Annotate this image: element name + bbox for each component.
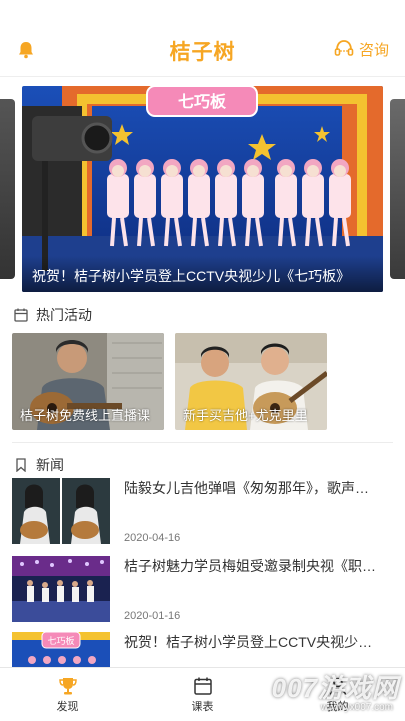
activity-caption: 桔子树免费线上直播课 (20, 408, 151, 423)
nav-item-discover[interactable]: 发现 (0, 668, 135, 721)
news-title: 祝贺！桔子树小学员登上CCTV央视少… (124, 634, 373, 650)
news-title-label: 新闻 (36, 457, 64, 473)
bookmark-icon (16, 458, 26, 472)
activity-card[interactable]: 新手买吉他+尤克里里 (175, 333, 327, 430)
banner-slide[interactable]: 七巧板 祝贺！桔子树小学员登上CCTV央视少儿《七巧板》 (22, 86, 383, 292)
banner-next-slide[interactable] (390, 99, 405, 279)
news-title: 陆毅女儿吉他弹唱《匆匆那年》，歌声… (124, 480, 369, 496)
news-title: 桔子树魅力学员梅姐受邀录制央视《职… (124, 558, 376, 574)
news-thumbnail (12, 478, 110, 544)
calendar-icon (193, 677, 212, 695)
news-thumbnail (12, 556, 110, 622)
headset-icon (334, 40, 354, 56)
news-header: 新闻 (14, 455, 64, 475)
app-header: 桔子树 咨询 (0, 0, 405, 76)
news-date: 2020-01-16 (124, 610, 181, 622)
banner-caption: 祝贺！桔子树小学员登上CCTV央视少儿《七巧板》 (22, 256, 383, 292)
news-item[interactable]: 桔子树魅力学员梅姐受邀录制央视《职… 2020-01-16 (12, 556, 393, 626)
banner-prev-slide[interactable] (0, 99, 15, 279)
consult-button[interactable]: 咨询 (333, 38, 389, 60)
nav-label: 课表 (191, 701, 214, 713)
calendar-icon (14, 308, 28, 322)
user-icon (329, 677, 346, 695)
hot-activities-title: 热门活动 (36, 307, 92, 323)
nav-item-mine[interactable]: 我的 (270, 668, 405, 721)
bottom-nav: 发现 课表 我的 (0, 667, 405, 721)
consult-label: 咨询 (358, 41, 389, 59)
activity-card[interactable]: 桔子树免费线上直播课 (12, 333, 164, 430)
nav-item-schedule[interactable]: 课表 (135, 668, 270, 721)
nav-label: 发现 (56, 701, 79, 713)
section-divider (12, 442, 393, 443)
thumb-sign-text: 七巧板 (47, 635, 74, 647)
trophy-icon (58, 678, 77, 695)
header-divider (0, 76, 405, 77)
nav-label: 我的 (326, 701, 349, 713)
news-date: 2020-04-16 (124, 532, 181, 544)
stage-sign-text: 七巧板 (178, 92, 227, 111)
hot-activities-header: 热门活动 (14, 305, 92, 325)
news-item[interactable]: 陆毅女儿吉他弹唱《匆匆那年》，歌声… 2020-04-16 (12, 478, 393, 548)
activity-caption: 新手买吉他+尤克里里 (183, 408, 308, 423)
